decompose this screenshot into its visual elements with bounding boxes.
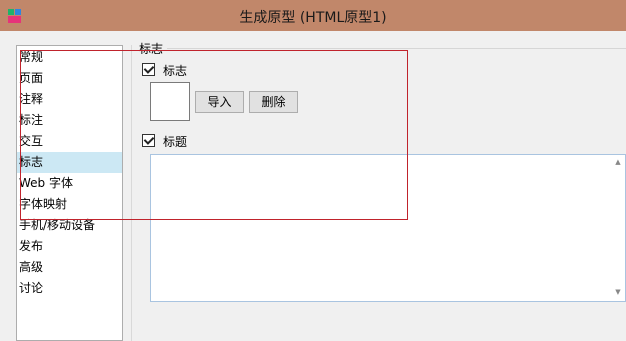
- nav-item-discussion[interactable]: 讨论: [17, 278, 122, 299]
- settings-nav-list[interactable]: 常规 页面 注释 标注 交互 标志 Web 字体 字体映射 手机/移动设备 发布…: [16, 45, 123, 341]
- section-divider: [167, 48, 626, 49]
- nav-item-mobile-devices[interactable]: 手机/移动设备: [17, 215, 122, 236]
- nav-item-footnotes[interactable]: 标注: [17, 110, 122, 131]
- window-title: 生成原型 (HTML原型1): [239, 10, 387, 26]
- nav-item-advanced[interactable]: 高级: [17, 257, 122, 278]
- title-checkbox[interactable]: [142, 134, 155, 147]
- nav-item-font-mappings[interactable]: 字体映射: [17, 194, 122, 215]
- logo-preview-box: [150, 82, 190, 121]
- scroll-down-arrow-icon[interactable]: ▼: [613, 287, 623, 297]
- nav-item-pages[interactable]: 页面: [17, 68, 122, 89]
- panel-divider: [131, 45, 132, 341]
- title-textarea[interactable]: [150, 154, 626, 302]
- nav-item-logo[interactable]: 标志: [17, 152, 122, 173]
- logo-checkbox-label: 标志: [163, 64, 188, 78]
- window-titlebar[interactable]: 生成原型 (HTML原型1): [0, 0, 626, 31]
- logo-checkbox[interactable]: [142, 63, 155, 76]
- delete-button[interactable]: 删除: [249, 91, 298, 113]
- nav-item-publish[interactable]: 发布: [17, 236, 122, 257]
- nav-item-web-fonts[interactable]: Web 字体: [17, 173, 122, 194]
- scroll-up-arrow-icon[interactable]: ▲: [613, 157, 623, 167]
- nav-item-interactions[interactable]: 交互: [17, 131, 122, 152]
- nav-item-general[interactable]: 常规: [17, 47, 122, 68]
- nav-item-notes[interactable]: 注释: [17, 89, 122, 110]
- section-title: 标志: [139, 42, 164, 56]
- import-button[interactable]: 导入: [195, 91, 244, 113]
- title-checkbox-label: 标题: [163, 135, 188, 149]
